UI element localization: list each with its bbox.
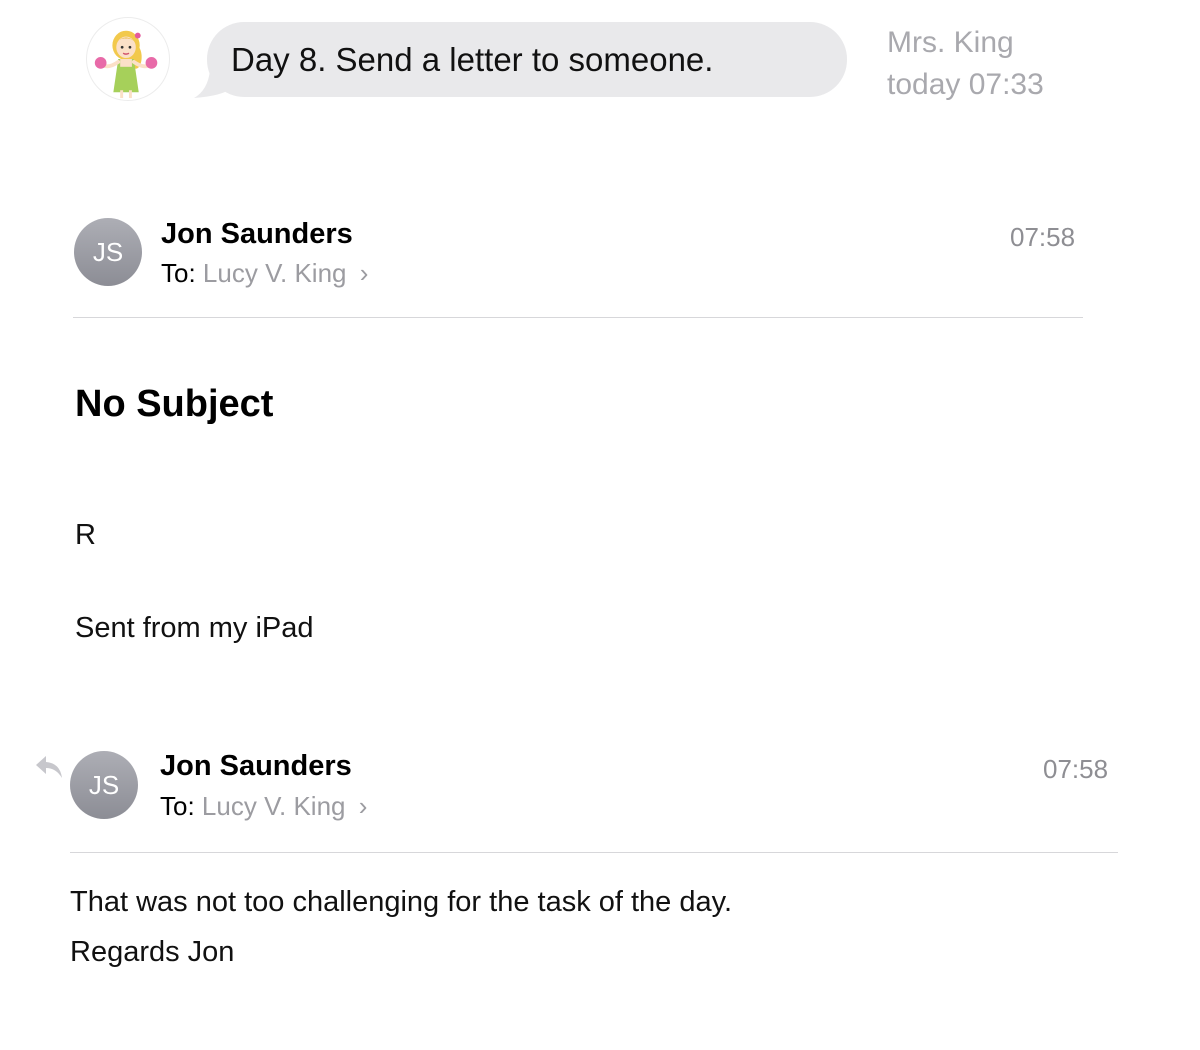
email-subject: No Subject bbox=[75, 383, 274, 425]
avatar-initials: JS bbox=[88, 769, 120, 800]
avatar-initials: JS bbox=[92, 236, 124, 267]
email-recipient-line[interactable]: To: Lucy V. King › bbox=[160, 791, 367, 822]
email-recipient-line[interactable]: To: Lucy V. King › bbox=[161, 258, 368, 289]
email-sender-name[interactable]: Jon Saunders bbox=[160, 750, 352, 783]
to-label: To: bbox=[161, 258, 196, 288]
email-sender-avatar[interactable]: JS bbox=[74, 218, 142, 286]
header-divider bbox=[73, 317, 1083, 318]
email-body-line: R bbox=[75, 519, 96, 551]
chevron-right-icon[interactable]: › bbox=[360, 258, 369, 288]
email-signature: Regards Jon bbox=[70, 936, 235, 968]
chat-meta: Mrs. King today 07:33 bbox=[887, 22, 1044, 106]
email-body-line: That was not too challenging for the tas… bbox=[70, 886, 733, 918]
chat-sender-name: Mrs. King bbox=[887, 26, 1014, 59]
chevron-right-icon[interactable]: › bbox=[359, 791, 368, 821]
email-time: 07:58 bbox=[1043, 754, 1109, 784]
email-sender-avatar[interactable]: JS bbox=[70, 751, 138, 819]
chat-message-bubble[interactable]: Day 8. Send a letter to someone. bbox=[207, 22, 847, 97]
recipient-name: Lucy V. King bbox=[201, 791, 346, 821]
header-divider bbox=[70, 852, 1118, 853]
cartoon-woman-icon bbox=[94, 30, 158, 99]
email-sender-name[interactable]: Jon Saunders bbox=[161, 218, 353, 251]
reply-icon bbox=[36, 756, 62, 778]
to-label: To: bbox=[160, 791, 195, 821]
conversation-view: Day 8. Send a letter to someone. Mrs. Ki… bbox=[0, 0, 1200, 1050]
email-time: 07:58 bbox=[1010, 222, 1076, 252]
email-signature: Sent from my iPad bbox=[75, 612, 314, 644]
chat-timestamp: today 07:33 bbox=[887, 68, 1044, 101]
sender-avatar[interactable] bbox=[86, 17, 170, 101]
chat-message-text: Day 8. Send a letter to someone. bbox=[231, 40, 714, 78]
recipient-name: Lucy V. King bbox=[202, 258, 347, 288]
